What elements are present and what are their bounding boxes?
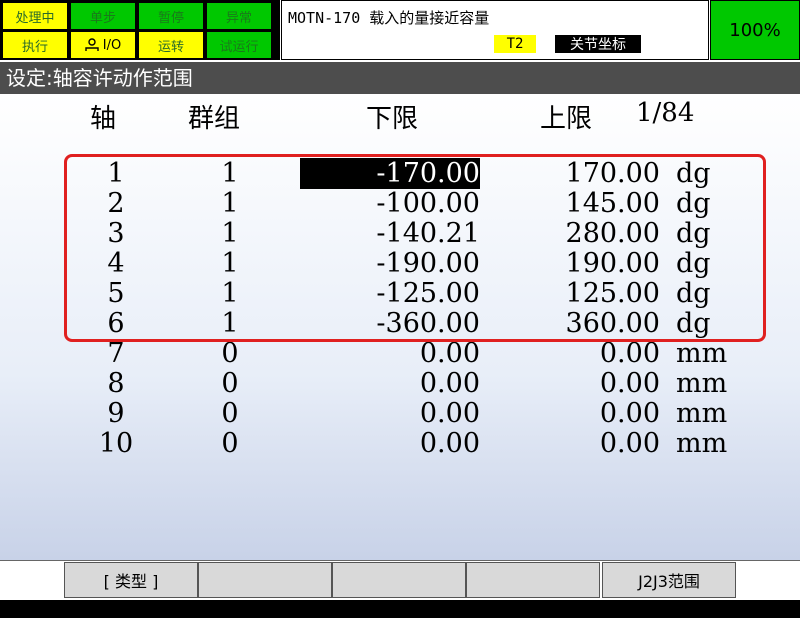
cell-lower-limit[interactable]: 0.00 <box>300 368 480 399</box>
cell-unit: mm <box>676 428 728 459</box>
f4-button[interactable] <box>466 562 600 598</box>
cell-axis: 10 <box>98 428 134 459</box>
status-running: 运转 <box>138 31 204 59</box>
status-step: 单步 <box>70 2 136 30</box>
status-panel: 处理中 单步 暂停 异常 执行 I/O 运转 试运行 <box>0 0 280 60</box>
bottom-strip <box>0 600 800 618</box>
cell-upper-limit[interactable]: 0.00 <box>520 338 660 369</box>
table-row[interactable]: 10 0 0.00 0.00 mm <box>0 428 800 459</box>
status-fault: 异常 <box>206 2 272 30</box>
f2-button[interactable] <box>198 562 332 598</box>
header-lower: 下限 <box>366 104 419 134</box>
cell-unit: mm <box>676 368 728 399</box>
table-row[interactable]: 8 0 0.00 0.00 mm <box>0 368 800 399</box>
status-run: 执行 <box>2 31 68 59</box>
cell-unit: mm <box>676 338 728 369</box>
mode-badge: T2 <box>494 35 536 53</box>
cell-upper-limit[interactable]: 0.00 <box>520 398 660 429</box>
cell-group[interactable]: 0 <box>200 428 260 459</box>
highlight-box <box>64 154 766 342</box>
header-axis: 轴 <box>90 104 117 134</box>
cell-axis: 8 <box>107 368 125 399</box>
f5-j2j3-range-button[interactable]: J2J3范围 <box>602 562 736 598</box>
table-row[interactable]: 9 0 0.00 0.00 mm <box>0 398 800 429</box>
status-busy: 处理中 <box>2 2 68 30</box>
speed-override: 100% <box>710 0 800 60</box>
screen-title: 设定:轴容许动作范围 <box>0 62 800 94</box>
page-indicator: 1/84 <box>636 98 695 128</box>
coord-badge: 关节坐标 <box>555 35 641 53</box>
cell-group[interactable]: 0 <box>200 338 260 369</box>
cell-lower-limit[interactable]: 0.00 <box>300 428 480 459</box>
cell-axis: 7 <box>107 338 125 369</box>
status-hold: 暂停 <box>138 2 204 30</box>
cell-unit: mm <box>676 398 728 429</box>
status-io: I/O <box>70 31 136 59</box>
status-dry-run: 试运行 <box>206 31 272 59</box>
cell-upper-limit[interactable]: 0.00 <box>520 428 660 459</box>
f3-button[interactable] <box>332 562 466 598</box>
alarm-message: MOTN-170 载入的量接近容量 <box>288 9 490 27</box>
status-io-label: I/O <box>102 37 122 53</box>
cell-lower-limit[interactable]: 0.00 <box>300 338 480 369</box>
cell-axis: 9 <box>107 398 125 429</box>
cell-group[interactable]: 0 <box>200 398 260 429</box>
cell-upper-limit[interactable]: 0.00 <box>520 368 660 399</box>
header-upper: 上限 <box>540 104 593 134</box>
person-icon <box>85 38 99 51</box>
table-row[interactable]: 7 0 0.00 0.00 mm <box>0 338 800 369</box>
cell-group[interactable]: 0 <box>200 368 260 399</box>
cell-lower-limit[interactable]: 0.00 <box>300 398 480 429</box>
header-group: 群组 <box>188 104 241 134</box>
f1-type-button[interactable]: [ 类型 ] <box>64 562 198 598</box>
